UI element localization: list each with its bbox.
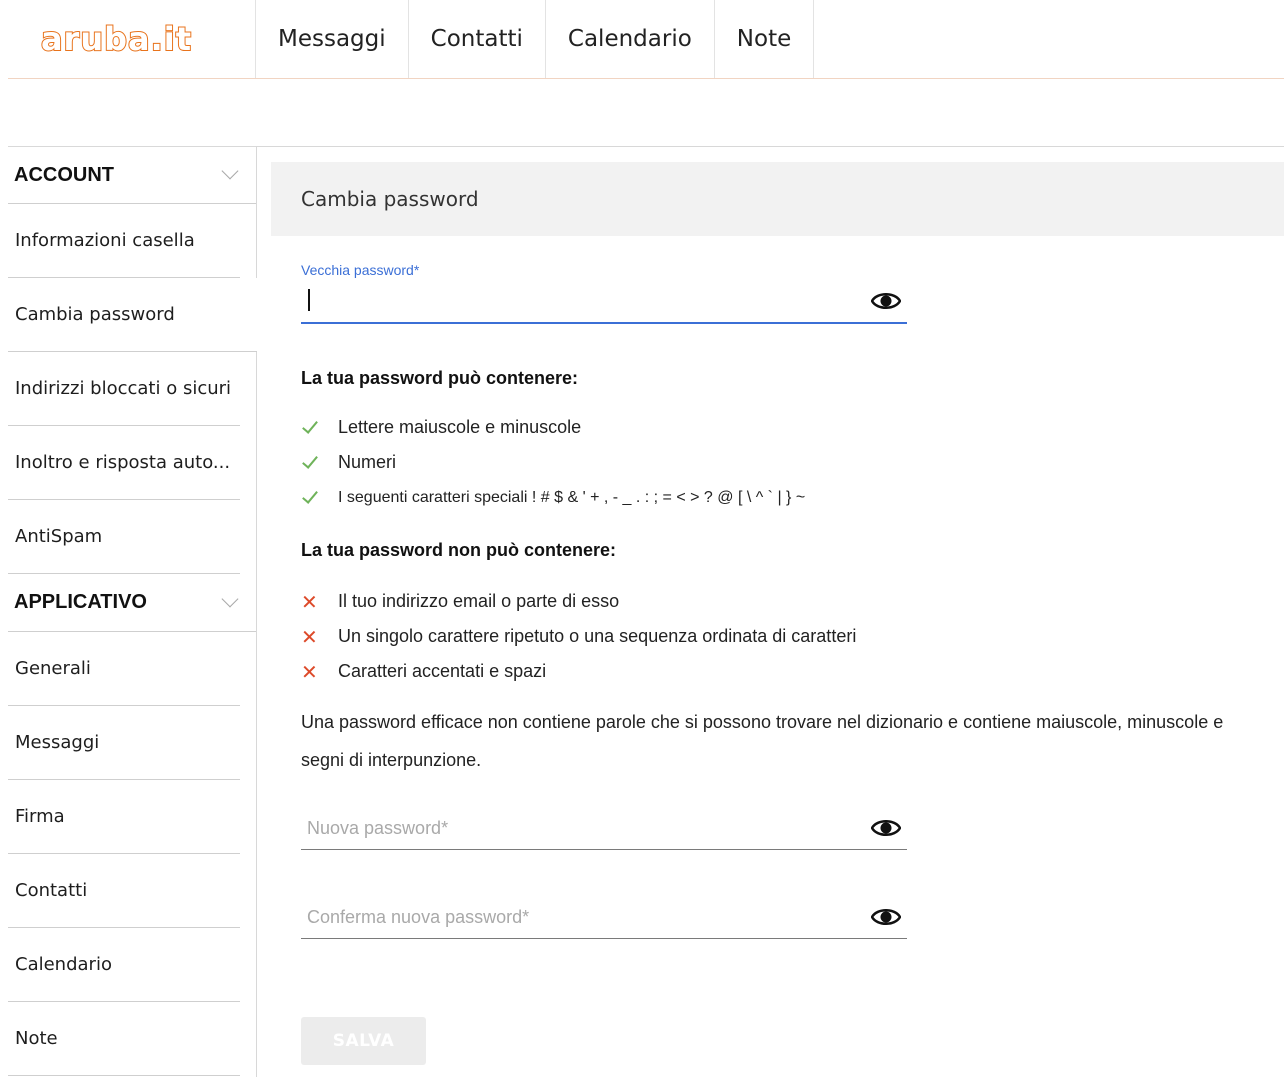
old-password-underline bbox=[301, 322, 907, 324]
sidebar-section-title: APPLICATIVO bbox=[14, 591, 147, 613]
forbidden-rule: Caratteri accentati e spazi bbox=[338, 661, 547, 681]
sidebar-item-firma[interactable]: Firma bbox=[8, 780, 240, 854]
check-icon bbox=[302, 451, 318, 469]
old-password-field: Vecchia password* bbox=[301, 262, 907, 324]
content-divider bbox=[257, 146, 1284, 147]
list-item: ✕ Caratteri accentati e spazi bbox=[301, 654, 856, 689]
aruba-logo: aruba.it bbox=[40, 19, 193, 59]
cross-icon: ✕ bbox=[301, 589, 318, 614]
sidebar-item-contatti[interactable]: Contatti bbox=[8, 854, 240, 928]
old-password-row bbox=[301, 280, 907, 322]
eye-icon[interactable] bbox=[871, 290, 901, 312]
chevron-down-icon bbox=[221, 162, 239, 180]
forbidden-heading: La tua password non può contenere: bbox=[301, 540, 617, 560]
confirm-password-input[interactable] bbox=[301, 896, 907, 938]
nav-tab-label: Messaggi bbox=[278, 26, 386, 52]
confirm-password-field bbox=[301, 896, 907, 939]
sidebar-section-account[interactable]: ACCOUNT bbox=[8, 146, 256, 204]
password-advice: Una password efficace non contiene parol… bbox=[301, 712, 1224, 770]
nav-tab-label: Note bbox=[736, 26, 792, 52]
nav-tab-calendario[interactable]: Calendario bbox=[546, 0, 715, 78]
list-item: ✕ Il tuo indirizzo email o parte di esso bbox=[301, 584, 856, 619]
confirm-password-row bbox=[301, 896, 907, 938]
confirm-password-underline bbox=[301, 938, 907, 939]
sidebar-item-cambia-password[interactable]: Cambia password bbox=[8, 278, 257, 352]
allowed-heading: La tua password può contenere: bbox=[301, 368, 579, 388]
check-icon bbox=[302, 416, 318, 434]
text-cursor bbox=[308, 289, 310, 311]
list-item: Numeri bbox=[301, 445, 805, 480]
sidebar-item-informazioni-casella[interactable]: Informazioni casella bbox=[8, 204, 240, 278]
chevron-down-icon bbox=[221, 590, 239, 607]
sidebar-item-label: Generali bbox=[15, 658, 91, 679]
sidebar-item-label: Calendario bbox=[15, 954, 112, 975]
page-title: Cambia password bbox=[271, 162, 1284, 236]
sidebar-item-label: Indirizzi bloccati o sicuri bbox=[15, 378, 232, 399]
list-item: Lettere maiuscole e minuscole bbox=[301, 410, 805, 445]
new-password-underline bbox=[301, 849, 907, 850]
sidebar-item-label: Informazioni casella bbox=[15, 230, 195, 251]
cross-icon: ✕ bbox=[301, 624, 318, 649]
list-item: ✕ Un singolo carattere ripetuto o una seq… bbox=[301, 619, 856, 654]
top-bar: aruba.it Messaggi Contatti Calendario No… bbox=[8, 0, 1284, 79]
sidebar-item-messaggi[interactable]: Messaggi bbox=[8, 706, 240, 780]
eye-icon[interactable] bbox=[871, 817, 901, 839]
forbidden-rule: Il tuo indirizzo email o parte di esso bbox=[338, 591, 620, 611]
forbidden-list: ✕ Il tuo indirizzo email o parte di esso … bbox=[301, 584, 856, 689]
sidebar-item-label: Inoltro e risposta auto... bbox=[15, 452, 231, 473]
sidebar-item-note[interactable]: Note bbox=[8, 1002, 240, 1076]
sidebar-item-antispam[interactable]: AntiSpam bbox=[8, 500, 240, 574]
sidebar-item-label: AntiSpam bbox=[15, 526, 103, 547]
sidebar-item-inoltro-risposta[interactable]: Inoltro e risposta auto... bbox=[8, 426, 240, 500]
sidebar-item-label: Note bbox=[15, 1028, 58, 1049]
old-password-label: Vecchia password* bbox=[301, 262, 420, 278]
nav-tab-note[interactable]: Note bbox=[715, 0, 815, 78]
sidebar-item-label: Cambia password bbox=[15, 304, 175, 325]
logo-container[interactable]: aruba.it bbox=[8, 0, 256, 78]
allowed-rule: I seguenti caratteri speciali ! # $ & ' … bbox=[338, 488, 806, 506]
save-button[interactable]: SALVA bbox=[301, 1017, 426, 1065]
new-password-input[interactable] bbox=[301, 807, 907, 849]
nav-tab-label: Contatti bbox=[430, 26, 523, 52]
eye-icon[interactable] bbox=[871, 906, 901, 928]
sidebar-section-applicativo[interactable]: APPLICATIVO bbox=[8, 574, 256, 632]
sidebar-item-indirizzi-bloccati[interactable]: Indirizzi bloccati o sicuri bbox=[8, 352, 240, 426]
list-item: I seguenti caratteri speciali ! # $ & ' … bbox=[301, 480, 805, 515]
new-password-field bbox=[301, 807, 907, 850]
forbidden-rule: Un singolo carattere ripetuto o una sequ… bbox=[338, 626, 857, 646]
sidebar-item-label: Messaggi bbox=[15, 732, 100, 753]
sidebar-item-label: Contatti bbox=[15, 880, 88, 901]
allowed-list: Lettere maiuscole e minuscole Numeri I s… bbox=[301, 410, 805, 515]
settings-sidebar: ACCOUNT Informazioni casella Cambia pass… bbox=[8, 146, 257, 1077]
nav-tab-label: Calendario bbox=[567, 26, 692, 52]
allowed-rule: Numeri bbox=[338, 452, 397, 472]
nav-tab-contatti[interactable]: Contatti bbox=[409, 0, 546, 78]
check-icon bbox=[302, 486, 318, 504]
sidebar-item-calendario[interactable]: Calendario bbox=[8, 928, 240, 1002]
new-password-row bbox=[301, 807, 907, 849]
sidebar-section-title: ACCOUNT bbox=[14, 163, 114, 186]
cross-icon: ✕ bbox=[301, 659, 318, 684]
nav-tab-messaggi[interactable]: Messaggi bbox=[256, 0, 409, 78]
sidebar-item-label: Firma bbox=[15, 806, 65, 827]
sidebar-item-generali[interactable]: Generali bbox=[8, 632, 240, 706]
allowed-rule: Lettere maiuscole e minuscole bbox=[338, 417, 582, 437]
old-password-input[interactable] bbox=[301, 280, 907, 322]
